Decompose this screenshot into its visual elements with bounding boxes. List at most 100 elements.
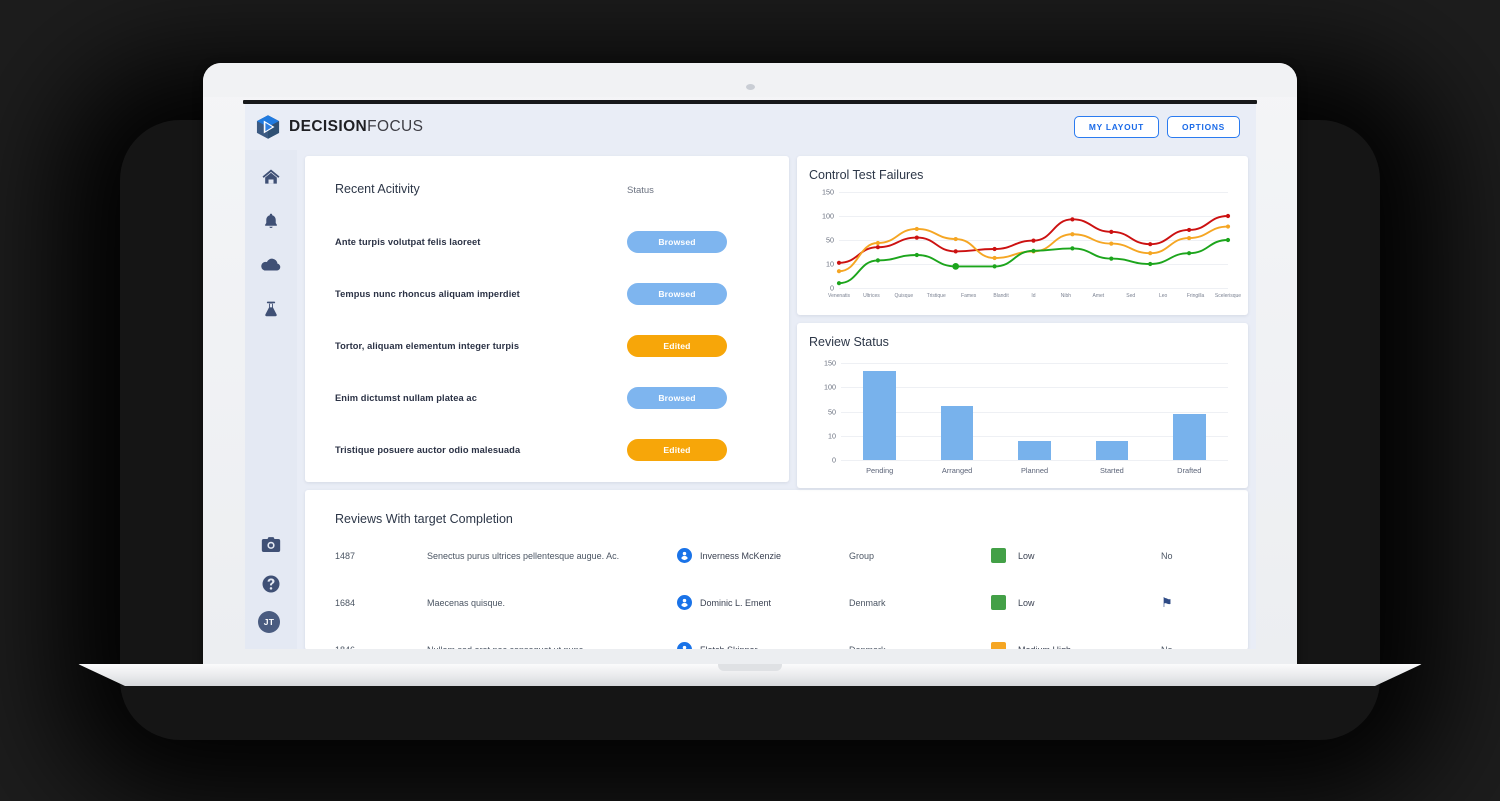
review-id: 1684 <box>335 597 356 608</box>
bar[interactable] <box>1173 413 1206 460</box>
x-axis-tick-label: Planned <box>1020 466 1049 475</box>
review-risk: Low <box>991 548 1161 563</box>
data-point[interactable] <box>875 245 880 250</box>
status-badge[interactable]: Browsed <box>627 231 727 253</box>
risk-color-chip <box>991 595 1006 610</box>
data-point[interactable] <box>836 260 842 265</box>
data-point[interactable] <box>1187 235 1192 241</box>
y-axis-tick-label: 10 <box>828 431 836 441</box>
gridline <box>841 387 1228 389</box>
data-point[interactable] <box>875 258 880 263</box>
data-point[interactable] <box>1031 238 1036 243</box>
review-id: 1487 <box>335 550 356 561</box>
sidebar-item-capture[interactable] <box>258 531 284 557</box>
data-point[interactable] <box>1031 248 1036 253</box>
app-screen: DECISIONFOCUS MY LAYOUT OPTIONS JT Recen… <box>245 104 1256 649</box>
status-badge[interactable]: Edited <box>627 335 727 357</box>
data-point[interactable] <box>914 235 919 240</box>
sidebar-item-help[interactable] <box>258 571 284 597</box>
x-axis-tick-label: Started <box>1099 466 1124 475</box>
data-point[interactable] <box>875 240 880 246</box>
data-point[interactable] <box>1148 242 1153 247</box>
data-point[interactable] <box>1070 232 1075 237</box>
list-item: Ante turpis volutpat felis laoreet Brows… <box>335 216 759 268</box>
review-description: Nullam sed erat nec consequat ut nunc. <box>427 645 677 650</box>
review-risk: Medium High <box>991 642 1161 649</box>
flask-icon <box>265 301 277 317</box>
activity-status-cell: Browsed <box>627 283 759 305</box>
person-icon <box>677 595 692 610</box>
sidebar-item-notifications[interactable] <box>258 208 284 234</box>
table-row[interactable]: 1487 Senectus purus ultrices pellentesqu… <box>335 532 1218 579</box>
recent-activity-title: Recent Acitivity <box>335 182 420 196</box>
review-status-title: Review Status <box>809 335 889 349</box>
home-icon <box>262 169 280 184</box>
data-point[interactable] <box>992 264 997 269</box>
data-point[interactable] <box>1148 251 1153 256</box>
data-point[interactable] <box>1070 246 1075 251</box>
sidebar-bottom-group: JT <box>258 531 284 649</box>
options-button[interactable]: OPTIONS <box>1167 115 1240 139</box>
review-risk: Low <box>991 595 1161 610</box>
data-point[interactable] <box>1187 227 1192 233</box>
x-axis-tick-label: Ultrices <box>863 293 880 299</box>
activity-status-cell: Edited <box>627 335 759 357</box>
list-item: Tempus nunc rhoncus aliquam imperdiet Br… <box>335 268 759 320</box>
sidebar-item-home[interactable] <box>258 164 284 190</box>
my-layout-button[interactable]: MY LAYOUT <box>1073 115 1160 139</box>
data-point[interactable] <box>1225 224 1231 229</box>
data-point[interactable] <box>1225 237 1231 243</box>
y-axis-tick-label: 50 <box>828 407 836 416</box>
review-owner-name: Inverness McKenzie <box>700 550 782 561</box>
bar[interactable] <box>940 405 974 460</box>
status-badge[interactable]: Browsed <box>627 283 727 305</box>
data-point[interactable] <box>914 252 919 258</box>
review-owner-name: Fletch Skinner <box>700 645 758 650</box>
sidebar-item-cloud[interactable] <box>258 252 284 278</box>
data-point[interactable] <box>1225 213 1231 219</box>
laptop-lid: DECISIONFOCUS MY LAYOUT OPTIONS JT Recen… <box>203 63 1297 668</box>
data-point[interactable] <box>953 249 958 254</box>
list-item: Enim dictumst nullam platea ac Browsed <box>335 372 759 424</box>
avatar[interactable]: JT <box>258 611 280 633</box>
screenshot-stage: DECISIONFOCUS MY LAYOUT OPTIONS JT Recen… <box>0 0 1500 801</box>
webcam-icon <box>745 84 755 90</box>
data-point[interactable] <box>1148 261 1153 267</box>
sidebar-top-group <box>258 150 284 322</box>
recent-activity-card: Recent Acitivity Status Ante turpis volu… <box>305 156 789 482</box>
line-chart-plot: 0 10 50 100 150 Venenatis Ultrices Quisque Trist… <box>809 186 1241 310</box>
data-point[interactable] <box>1187 251 1192 256</box>
data-point[interactable] <box>836 281 842 286</box>
data-point[interactable] <box>992 255 997 261</box>
data-point[interactable] <box>836 269 842 274</box>
bar[interactable] <box>1095 440 1129 460</box>
data-point[interactable] <box>953 236 958 242</box>
risk-label: Low <box>1018 550 1035 561</box>
list-item: Tristique posuere auctor odio malesuada … <box>335 424 759 476</box>
data-point[interactable] <box>1109 241 1114 246</box>
status-badge[interactable]: Browsed <box>627 387 727 409</box>
bar-chart-plot: 0 10 50 100 150 Pending Arranged Planned Started… <box>809 357 1234 482</box>
flag-icon: ⚑ <box>1161 594 1173 610</box>
data-point[interactable] <box>1109 256 1114 261</box>
decision-focus-logo-icon <box>256 115 280 139</box>
bar[interactable] <box>863 371 896 460</box>
data-point[interactable] <box>914 226 919 232</box>
sidebar-item-lab[interactable] <box>258 296 284 322</box>
risk-color-chip <box>991 548 1006 563</box>
status-badge[interactable]: Edited <box>627 439 727 461</box>
reviews-table-card: Reviews With target Completion 1487 Sene… <box>305 490 1248 649</box>
header-actions: MY LAYOUT OPTIONS <box>1073 115 1240 139</box>
table-row[interactable]: 1846 Nullam sed erat nec consequat ut nu… <box>335 626 1218 649</box>
camera-icon <box>261 536 281 552</box>
data-point[interactable] <box>1070 217 1075 222</box>
data-point[interactable] <box>952 263 960 270</box>
x-axis-tick-label: Quisque <box>894 293 914 299</box>
data-point[interactable] <box>992 246 997 252</box>
bar[interactable] <box>1018 440 1051 460</box>
activity-label: Tortor, aliquam elementum integer turpis <box>335 341 520 351</box>
data-point[interactable] <box>1109 229 1114 234</box>
charts-column: Control Test Failures 0 10 50 100 150 Venenat… <box>797 156 1248 488</box>
table-row[interactable]: 1684 Maecenas quisque. Dominic L. Ement … <box>335 579 1218 626</box>
top-row: Recent Acitivity Status Ante turpis volu… <box>305 156 1248 488</box>
